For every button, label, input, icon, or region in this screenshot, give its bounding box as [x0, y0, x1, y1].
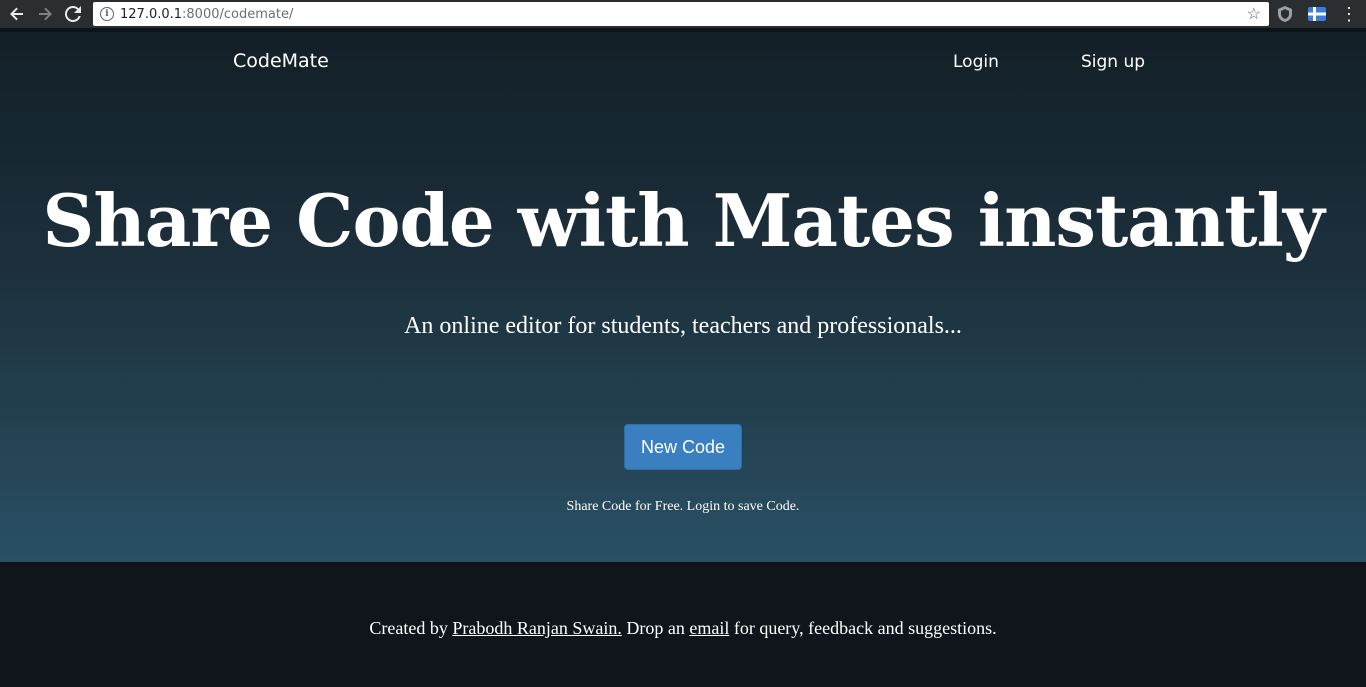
author-link[interactable]: Prabodh Ranjan Swain.: [452, 618, 621, 638]
address-bar[interactable]: i 127.0.0.1:8000/codemate/ ☆: [93, 2, 1269, 26]
kebab-menu-icon[interactable]: ⋮: [1340, 3, 1358, 25]
email-link[interactable]: email: [689, 618, 729, 638]
hero-subheading: An online editor for students, teachers …: [404, 313, 962, 339]
url-text[interactable]: 127.0.0.1:8000/codemate/: [120, 7, 293, 22]
footer-credits: Created by Prabodh Ranjan Swain. Drop an…: [0, 618, 1366, 639]
shield-extension-icon[interactable]: [1276, 5, 1294, 23]
hero-headline: Share Code with Mates instantly: [42, 178, 1324, 263]
url-path: :8000/codemate/: [182, 6, 294, 22]
bookmark-star-icon[interactable]: ☆: [1247, 4, 1261, 24]
new-code-button[interactable]: New Code: [624, 424, 742, 470]
top-divider: [0, 28, 1366, 32]
footer-suffix: for query, feedback and suggestions.: [729, 618, 997, 638]
brand-logo-link[interactable]: CodeMate: [233, 50, 329, 72]
nav-login-link[interactable]: Login: [953, 52, 999, 72]
back-arrow-icon[interactable]: [6, 3, 28, 25]
hero-hint-text: Share Code for Free. Login to save Code.: [566, 499, 800, 514]
flag-extension-icon[interactable]: [1308, 5, 1326, 23]
footer-middle: Drop an: [621, 618, 690, 638]
browser-toolbar: i 127.0.0.1:8000/codemate/ ☆ ⋮: [0, 0, 1366, 28]
reload-icon[interactable]: [62, 3, 84, 25]
footer-prefix: Created by: [369, 618, 453, 638]
footer: Created by Prabodh Ranjan Swain. Drop an…: [0, 562, 1366, 687]
forward-arrow-icon[interactable]: [34, 3, 56, 25]
info-icon[interactable]: i: [100, 7, 114, 21]
nav-signup-link[interactable]: Sign up: [1081, 52, 1145, 72]
hero-section: CodeMate Login Sign up Share Code with M…: [0, 28, 1366, 562]
url-host: 127.0.0.1: [120, 6, 183, 22]
